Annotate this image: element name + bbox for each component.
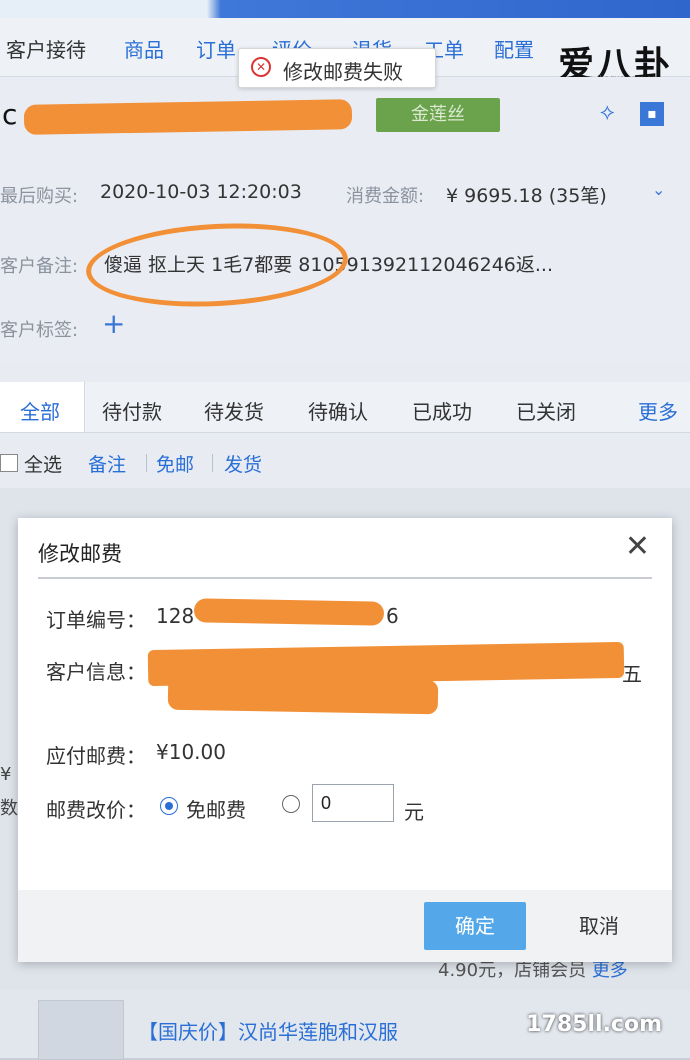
error-toast: ✕ 修改邮费失败 [238, 48, 436, 88]
redaction-customer-info-line2 [167, 675, 439, 715]
order-price-text: 4.90元，店铺会员 [438, 960, 587, 981]
list-price-fragment: ¥ [0, 764, 12, 785]
tab-all[interactable]: 全部 [20, 396, 60, 425]
tab-completed[interactable]: 已成功 [412, 396, 472, 425]
nav-item-products[interactable]: 商品 [124, 34, 164, 63]
note-button[interactable]: 备注 [88, 450, 126, 477]
custom-price-radio[interactable] [282, 795, 300, 813]
last-purchase-label: 最后购买: [0, 186, 79, 207]
customer-note-label: 客户备注: [0, 256, 79, 277]
redaction-order-number [193, 598, 385, 626]
chevron-down-icon[interactable]: ⌄ [652, 180, 665, 199]
confirm-button[interactable]: 确定 [424, 902, 526, 950]
tab-pending-confirm[interactable]: 待确认 [308, 396, 368, 425]
id-card-icon[interactable]: ▪ [640, 102, 664, 126]
customer-info-tail: 五 [622, 662, 642, 686]
select-all-checkbox[interactable] [0, 454, 18, 472]
close-icon[interactable]: ✕ [625, 532, 650, 562]
free-shipping-radio[interactable] [160, 797, 178, 815]
order-more-link[interactable]: 更多 [592, 960, 628, 981]
ship-button[interactable]: 发货 [224, 450, 262, 477]
free-shipping-option-label[interactable]: 免邮费 [186, 794, 246, 823]
last-purchase-value: 2020-10-03 12:20:03 [100, 181, 302, 203]
select-all-label[interactable]: 全选 [24, 450, 62, 477]
tab-closed[interactable]: 已关闭 [516, 396, 576, 425]
nav-item-orders[interactable]: 订单 [196, 34, 236, 63]
order-number-prefix: 128 [156, 604, 195, 628]
watermark: 1785ll.com [526, 1012, 662, 1037]
add-tag-icon[interactable]: + [102, 310, 125, 338]
error-circle-icon: ✕ [251, 57, 271, 77]
edit-shipping-dialog: 修改邮费 ✕ 订单编号： 128 6 客户信息： 五 应付邮费： ¥10.00 … [18, 518, 672, 962]
tab-pending-shipment[interactable]: 待发货 [204, 396, 264, 425]
spent-value: ¥ 9695.18 (35笔) [446, 185, 607, 207]
nav-item-customer-service[interactable]: 客户接待 [6, 34, 86, 63]
bulk-actions: 全选 备注 免邮 发货 [0, 440, 690, 484]
order-number-suffix: 6 [386, 604, 399, 628]
currency-unit: 元 [404, 800, 424, 824]
redaction-customer-name [23, 99, 353, 135]
cancel-button[interactable]: 取消 [554, 902, 644, 950]
spent-label: 消费金额: [346, 186, 425, 207]
order-tabs: 全部 待付款 待发货 待确认 已成功 已关闭 更多 [0, 382, 690, 433]
tab-pending-payment[interactable]: 待付款 [102, 396, 162, 425]
product-thumbnail[interactable] [38, 1000, 124, 1060]
dialog-title: 修改邮费 [38, 542, 122, 566]
title-strip [0, 0, 690, 18]
shipping-due-value: ¥10.00 [156, 740, 226, 764]
toast-message: 修改邮费失败 [283, 60, 403, 84]
divider [212, 454, 213, 472]
free-shipping-button[interactable]: 免邮 [156, 450, 194, 477]
nav-item-settings[interactable]: 配置 [494, 34, 534, 63]
shipping-due-label: 应付邮费： [46, 744, 146, 768]
app-window: 客户接待 商品 订单 评价 退货 工单 配置 爱八卦 ibaguo.com.cn… [0, 0, 690, 1060]
divider [146, 454, 147, 472]
vip-badge[interactable]: 金莲丝 [376, 98, 500, 132]
tab-more[interactable]: 更多 [638, 396, 678, 425]
product-title-link[interactable]: 【国庆价】汉尚华莲胞和汉服 [138, 1016, 398, 1045]
shipping-price-input[interactable] [312, 784, 394, 822]
customer-info-label: 客户信息： [46, 660, 146, 684]
dialog-footer: 确定 取消 [18, 890, 672, 962]
customer-name: c [2, 98, 18, 131]
shipping-change-label: 邮费改价： [46, 798, 146, 822]
share-icon[interactable]: ⟡ [600, 102, 622, 124]
dialog-divider [38, 577, 652, 579]
order-number-label: 订单编号： [46, 608, 146, 632]
list-text-fragment: 数 [0, 798, 18, 819]
customer-tags-label: 客户标签: [0, 320, 79, 341]
